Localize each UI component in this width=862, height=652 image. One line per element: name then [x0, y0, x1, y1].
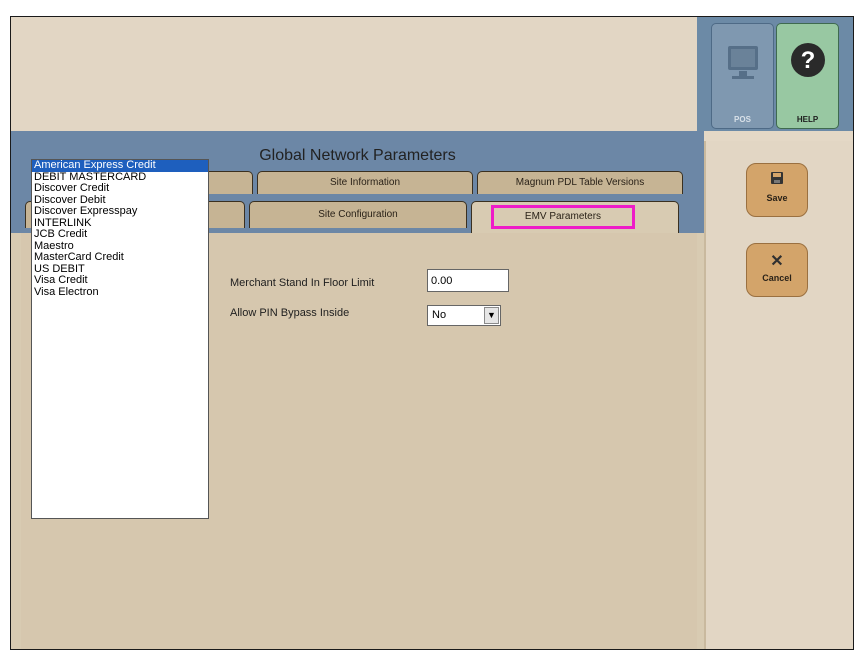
- floor-limit-input[interactable]: 0.00: [427, 269, 509, 292]
- cancel-button-label: Cancel: [762, 273, 792, 283]
- pin-bypass-label: Allow PIN Bypass Inside: [230, 307, 350, 319]
- save-button[interactable]: Save: [746, 163, 808, 217]
- pin-bypass-value: No: [432, 309, 447, 321]
- header-area: [11, 17, 697, 131]
- chevron-down-icon[interactable]: ▼: [484, 307, 499, 324]
- monitor-icon: [728, 46, 758, 79]
- list-item[interactable]: Visa Electron: [32, 286, 208, 299]
- list-item[interactable]: Visa Credit: [32, 274, 208, 287]
- help-button[interactable]: ? HELP: [776, 23, 839, 129]
- card-type-list[interactable]: American Express Credit DEBIT MASTERCARD…: [31, 159, 209, 519]
- app-window: POS ? HELP Global Network Parameters Dea…: [10, 16, 854, 650]
- pin-bypass-select[interactable]: No ▼: [427, 305, 501, 326]
- tab-site-information[interactable]: Site Information: [257, 171, 473, 194]
- svg-text:?: ?: [801, 47, 816, 74]
- list-item[interactable]: American Express Credit: [32, 159, 208, 172]
- top-button-bar: POS ? HELP: [697, 17, 853, 131]
- emv-tab-highlight: EMV Parameters: [491, 205, 635, 229]
- list-item[interactable]: Discover Credit: [32, 182, 208, 195]
- close-icon: ✕: [770, 253, 784, 270]
- pos-button-label: POS: [734, 115, 751, 124]
- tab-site-configuration[interactable]: Site Configuration: [249, 201, 467, 228]
- pos-button[interactable]: POS: [711, 23, 774, 129]
- floppy-disk-icon: [747, 171, 807, 191]
- cancel-button[interactable]: ✕ Cancel: [746, 243, 808, 297]
- help-button-label: HELP: [796, 115, 819, 124]
- question-icon: ?: [791, 43, 825, 77]
- save-button-label: Save: [766, 193, 788, 203]
- list-item[interactable]: MasterCard Credit: [32, 251, 208, 264]
- list-item[interactable]: JCB Credit: [32, 228, 208, 241]
- tab-emv-parameters-label: EMV Parameters: [524, 211, 602, 222]
- tab-magnum-pdl-table-versions[interactable]: Magnum PDL Table Versions: [477, 171, 683, 194]
- floor-limit-label: Merchant Stand In Floor Limit: [230, 277, 375, 289]
- list-item[interactable]: Discover Expresspay: [32, 205, 208, 218]
- action-panel: Save ✕ Cancel: [704, 141, 853, 649]
